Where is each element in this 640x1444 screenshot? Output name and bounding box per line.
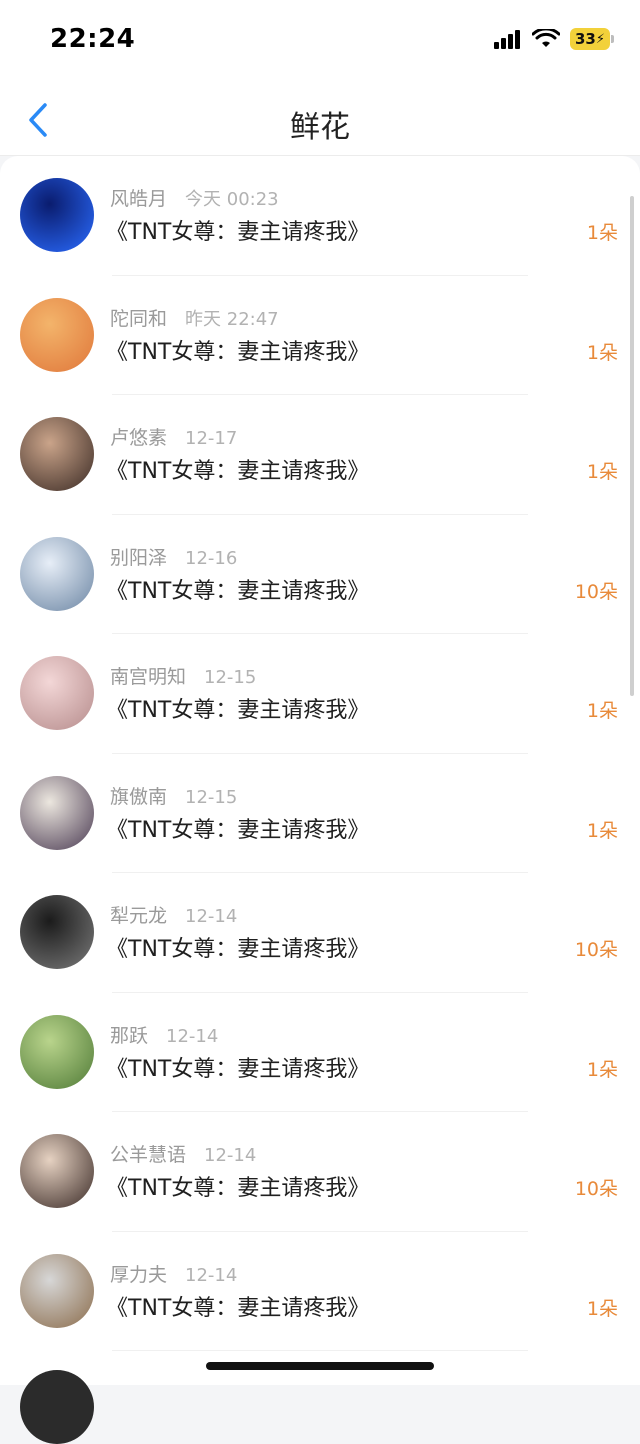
- battery-indicator: 33 ⚡: [570, 28, 614, 50]
- flower-count: 1朵: [586, 1058, 618, 1081]
- list-item[interactable]: 旗傲南 12-15 《TNT女尊：妻主请疼我》 1朵: [0, 754, 640, 873]
- item-meta: 陀同和 昨天 22:47: [110, 304, 279, 331]
- sender-name: 风皓月: [110, 188, 168, 210]
- list-item[interactable]: 陀同和 昨天 22:47 《TNT女尊：妻主请疼我》 1朵: [0, 276, 640, 395]
- book-title: 《TNT女尊：妻主请疼我》: [106, 220, 370, 245]
- item-meta: 卢悠素 12-17: [110, 423, 237, 450]
- book-title: 《TNT女尊：妻主请疼我》: [106, 1056, 370, 1082]
- partial-avatar: [20, 1370, 94, 1444]
- avatar[interactable]: [20, 178, 94, 252]
- item-meta: 犁元龙 12-14: [110, 901, 237, 928]
- timestamp: 12-14: [204, 1145, 257, 1166]
- wifi-icon: [532, 29, 560, 47]
- timestamp: 12-14: [185, 906, 238, 927]
- item-meta: 那跃 12-14: [110, 1021, 218, 1048]
- avatar[interactable]: [20, 775, 94, 850]
- page-title: 鲜花: [290, 110, 350, 145]
- list-item[interactable]: 别阳泽 12-16 《TNT女尊：妻主请疼我》 10朵: [0, 515, 640, 634]
- item-meta: 公羊慧语 12-14: [110, 1140, 256, 1167]
- book-title: 《TNT女尊：妻主请疼我》: [106, 937, 370, 962]
- nav-bar: 鲜花: [0, 80, 640, 156]
- book-title: 《TNT女尊：妻主请疼我》: [106, 817, 370, 843]
- book-title: 《TNT女尊：妻主请疼我》: [106, 459, 370, 484]
- timestamp: 12-15: [204, 667, 257, 688]
- sender-name: 旗傲南: [110, 785, 168, 808]
- sender-name: 南宫明知: [110, 666, 187, 688]
- avatar[interactable]: [20, 1253, 94, 1328]
- timestamp: 12-17: [185, 428, 238, 449]
- avatar[interactable]: [20, 1134, 94, 1208]
- list-item[interactable]: 卢悠素 12-17 《TNT女尊：妻主请疼我》 1朵: [0, 395, 640, 515]
- status-time: 22:24: [50, 24, 136, 54]
- flower-count: 1朵: [586, 222, 618, 244]
- flower-count: 1朵: [586, 461, 618, 483]
- sender-name: 厚力夫: [110, 1263, 168, 1286]
- sender-name: 别阳泽: [110, 546, 168, 569]
- avatar[interactable]: [20, 656, 94, 730]
- avatar[interactable]: [20, 297, 94, 372]
- book-title: 《TNT女尊：妻主请疼我》: [106, 1295, 370, 1321]
- timestamp: 12-16: [185, 547, 238, 569]
- flower-count: 1朵: [586, 819, 618, 842]
- timestamp: 昨天 22:47: [185, 308, 279, 330]
- book-title: 《TNT女尊：妻主请疼我》: [106, 698, 370, 723]
- flower-list: 风皓月 今天 00:23 《TNT女尊：妻主请疼我》 1朵 陀同和 昨天 22:47 《TN…: [0, 156, 640, 1385]
- avatar[interactable]: [20, 536, 94, 611]
- flower-count: 10朵: [574, 1178, 618, 1200]
- book-title: 《TNT女尊：妻主请疼我》: [106, 339, 370, 365]
- scrollbar[interactable]: [630, 196, 634, 696]
- avatar[interactable]: [20, 895, 94, 969]
- item-meta: 旗傲南 12-15: [110, 782, 237, 809]
- timestamp: 12-14: [166, 1025, 219, 1047]
- flower-count: 1朵: [586, 700, 618, 722]
- timestamp: 12-15: [185, 786, 238, 808]
- flower-count: 1朵: [586, 1297, 618, 1320]
- item-meta: 南宫明知 12-15: [110, 662, 256, 689]
- item-meta: 风皓月 今天 00:23: [110, 184, 279, 211]
- charging-icon: ⚡: [595, 31, 605, 47]
- sender-name: 公羊慧语: [110, 1144, 187, 1166]
- sender-name: 卢悠素: [110, 427, 168, 449]
- flower-count: 10朵: [574, 580, 618, 603]
- list-item[interactable]: 公羊慧语 12-14 《TNT女尊：妻主请疼我》 10朵: [0, 1112, 640, 1232]
- sender-name: 陀同和: [110, 307, 168, 330]
- item-meta: 厚力夫 12-14: [110, 1260, 237, 1287]
- home-indicator[interactable]: [206, 1362, 434, 1370]
- avatar[interactable]: [20, 1014, 94, 1089]
- flower-count: 10朵: [574, 939, 618, 961]
- divider: [112, 1350, 528, 1351]
- list-item[interactable]: 犁元龙 12-14 《TNT女尊：妻主请疼我》 10朵: [0, 873, 640, 993]
- timestamp: 今天 00:23: [185, 189, 279, 210]
- sender-name: 那跃: [110, 1024, 149, 1047]
- list-item[interactable]: 那跃 12-14 《TNT女尊：妻主请疼我》 1朵: [0, 993, 640, 1112]
- signal-icon: [494, 30, 520, 49]
- book-title: 《TNT女尊：妻主请疼我》: [106, 1176, 370, 1201]
- book-title: 《TNT女尊：妻主请疼我》: [106, 578, 370, 604]
- list-item[interactable]: 风皓月 今天 00:23 《TNT女尊：妻主请疼我》 1朵: [0, 156, 640, 276]
- item-meta: 别阳泽 12-16: [110, 543, 237, 570]
- status-bar: 22:24 33 ⚡: [0, 0, 640, 80]
- sender-name: 犁元龙: [110, 905, 168, 927]
- avatar[interactable]: [20, 417, 94, 491]
- list-item[interactable]: 厚力夫 12-14 《TNT女尊：妻主请疼我》 1朵: [0, 1232, 640, 1351]
- timestamp: 12-14: [185, 1264, 238, 1286]
- status-icons: 33 ⚡: [494, 28, 614, 50]
- list-item[interactable]: 南宫明知 12-15 《TNT女尊：妻主请疼我》 1朵: [0, 634, 640, 754]
- flower-count: 1朵: [586, 341, 618, 364]
- battery-level: 33: [574, 30, 596, 48]
